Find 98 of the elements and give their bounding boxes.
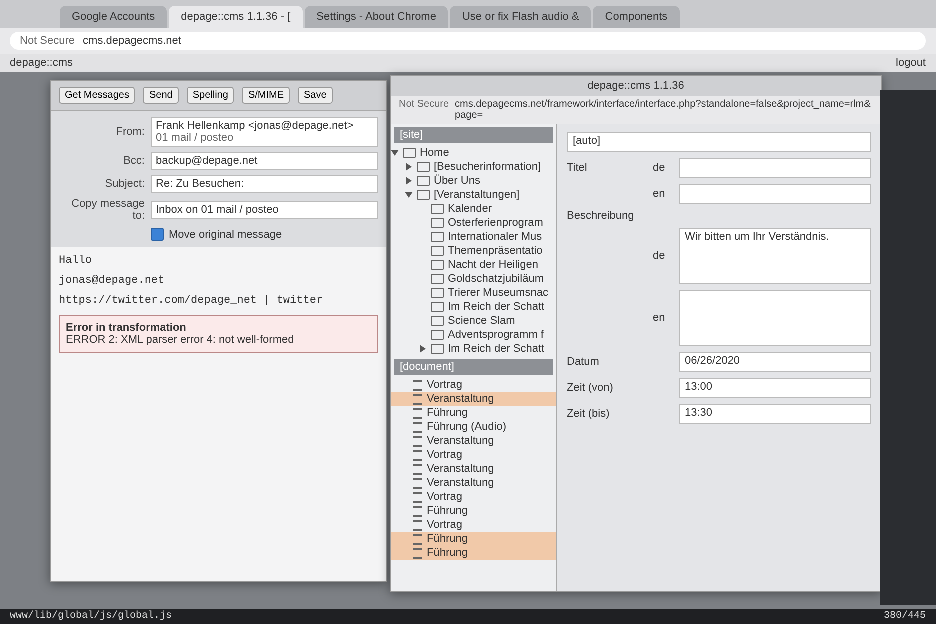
title-field[interactable] (679, 184, 871, 204)
from-field[interactable]: Frank Hellenkamp <jonas@depage.net> (156, 120, 354, 132)
toolbar-button[interactable]: Save (298, 87, 333, 104)
folder-icon (431, 288, 444, 298)
folder-icon (431, 218, 444, 228)
document-item[interactable]: Veranstaltung (391, 434, 556, 448)
title-field[interactable] (679, 158, 871, 178)
tree-item[interactable]: Kalender (448, 203, 492, 215)
tree-item[interactable]: Nacht der Heiligen (448, 259, 538, 271)
subject-field[interactable]: Re: Zu Besuchen: (151, 175, 378, 193)
field-label: Beschreibung (567, 210, 636, 222)
tree-item[interactable]: [Veranstaltungen] (434, 189, 520, 201)
tree-item[interactable]: Internationaler Mus (448, 231, 542, 243)
toggle-icon[interactable] (391, 150, 399, 156)
document-item[interactable]: Führung (391, 406, 556, 420)
tree-item[interactable]: Home (420, 147, 450, 159)
lang-label: de (653, 162, 666, 174)
toggle-icon[interactable] (406, 177, 412, 185)
document-item[interactable]: Führung (391, 532, 556, 546)
copy-label: Copy message to: (70, 198, 145, 222)
description-field[interactable]: Wir bitten um Ihr Verständnis. (679, 228, 871, 284)
url-text[interactable]: cms.depagecms.net/framework/interface/interface.php?standalone=false&project_name=rlm&page= (455, 99, 873, 121)
field-label: Zeit (von) (567, 382, 614, 394)
toggle-icon[interactable] (420, 345, 426, 353)
tree-item[interactable]: Über Uns (434, 175, 480, 187)
tree-item[interactable]: Trierer Museumsnac (448, 287, 548, 299)
tree-item[interactable]: Im Reich der Schatt (448, 343, 545, 355)
document-item[interactable]: Führung (Audio) (391, 420, 556, 434)
bookmark-link[interactable]: depage::cms (10, 57, 73, 69)
tree-item[interactable]: Adventsprogramm f (448, 329, 544, 341)
toggle-icon[interactable] (405, 192, 413, 198)
message-line: Hallo (59, 255, 94, 267)
lang-label: en (653, 188, 666, 200)
document-item[interactable]: Veranstaltung (391, 392, 556, 406)
input-field[interactable]: 13:30 (679, 404, 871, 424)
input-field[interactable]: 06/26/2020 (679, 352, 871, 372)
browser-tab[interactable]: depage::cms 1.1.36 - [ (169, 6, 303, 28)
tree-item[interactable]: Themenpräsentatio (448, 245, 543, 257)
tree-item[interactable]: Im Reich der Schatt (448, 301, 545, 313)
description-field[interactable] (679, 290, 871, 346)
auto-select[interactable]: [auto] (567, 132, 871, 152)
message-line: jonas@depage.net (59, 275, 166, 287)
folder-icon (431, 246, 444, 256)
toolbar-button[interactable]: S/MIME (242, 87, 290, 104)
lang-label: de (653, 250, 666, 262)
folder-icon (431, 204, 444, 214)
line-position: 380/445 (884, 611, 926, 622)
document-item[interactable]: Veranstaltung (391, 462, 556, 476)
browser-tab[interactable]: Components (593, 6, 680, 28)
copy-select[interactable]: Inbox on 01 mail / posteo (151, 201, 378, 219)
browser-tab[interactable]: Use or fix Flash audio & (450, 6, 592, 28)
logout-link[interactable]: logout (896, 57, 926, 69)
bcc-field[interactable]: backup@depage.net (151, 152, 378, 170)
field-label: Datum (567, 356, 600, 368)
input-field[interactable]: 13:00 (679, 378, 871, 398)
message-line: https://twitter.com/depage_net | twitter (59, 295, 324, 307)
browser-tab[interactable]: Google Accounts (60, 6, 168, 28)
tree-item[interactable]: Science Slam (448, 315, 516, 327)
tree-item[interactable]: Osterferienprogram (448, 217, 544, 229)
document-item[interactable]: Führung (391, 546, 556, 560)
folder-icon (431, 274, 444, 284)
get-messages-button[interactable]: Get Messages (59, 87, 136, 104)
folder-icon (417, 190, 430, 200)
security-label: Not Secure (399, 99, 450, 112)
toolbar-button[interactable]: Spelling (186, 87, 234, 104)
document-item[interactable]: Veranstaltung (391, 476, 556, 490)
folder-icon (431, 344, 444, 354)
bcc-label: Bcc: (122, 155, 145, 167)
tree-item[interactable]: [Besucherinformation] (434, 161, 541, 173)
error-message: ERROR 2: XML parser error 4: not well-formed (66, 334, 294, 346)
document-item[interactable]: Vortrag (391, 448, 556, 462)
account-label: 01 mail / posteo (156, 132, 234, 144)
subject-label: Subject: (104, 178, 145, 190)
window-title: depage::cms 1.1.36 (391, 76, 881, 96)
folder-icon (431, 316, 444, 326)
document-item[interactable]: Vortrag (391, 490, 556, 504)
file-path: www/lib/global/js/global.js (10, 611, 172, 622)
error-title: Error in transformation (66, 322, 188, 334)
field-label: Zeit (bis) (567, 408, 611, 420)
field-label: Titel (567, 162, 588, 174)
folder-icon (403, 148, 416, 158)
lang-label: en (653, 312, 666, 324)
toggle-icon[interactable] (406, 163, 412, 171)
checkbox[interactable] (151, 228, 164, 241)
folder-icon (417, 176, 430, 186)
folder-icon (417, 162, 430, 172)
folder-icon (431, 330, 444, 340)
document-item[interactable]: Führung (391, 504, 556, 518)
toolbar-button[interactable]: Send (143, 87, 179, 104)
folder-icon (431, 232, 444, 242)
url-text[interactable]: cms.depagecms.net (83, 35, 182, 47)
checkbox-label: Move original message (169, 228, 282, 240)
security-label: Not Secure (20, 35, 76, 47)
browser-tab[interactable]: Settings - About Chrome (304, 6, 448, 28)
from-label: From: (115, 126, 145, 138)
tree-item[interactable]: Goldschatzjubiläum (448, 273, 544, 285)
folder-icon (431, 260, 444, 270)
folder-icon (431, 302, 444, 312)
